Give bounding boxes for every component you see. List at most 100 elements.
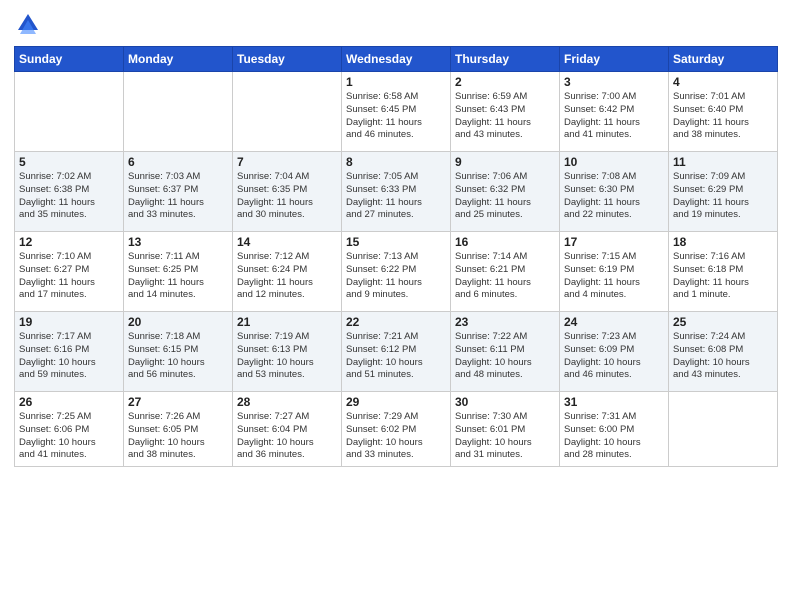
weekday-header-friday: Friday — [560, 47, 669, 72]
day-cell: 24 Sunrise: 7:23 AM Sunset: 6:09 PM Dayli… — [560, 312, 669, 392]
weekday-header-sunday: Sunday — [15, 47, 124, 72]
weekday-header-wednesday: Wednesday — [342, 47, 451, 72]
day-number: 14 — [237, 235, 337, 249]
day-cell: 10 Sunrise: 7:08 AM Sunset: 6:30 PM Dayli… — [560, 152, 669, 232]
day-number: 7 — [237, 155, 337, 169]
day-cell: 20 Sunrise: 7:18 AM Sunset: 6:15 PM Dayli… — [124, 312, 233, 392]
day-cell: 15Sunrise: 7:13 AM Sunset: 6:22 PM Dayli… — [342, 232, 451, 312]
day-cell: 30Sunrise: 7:30 AM Sunset: 6:01 PM Dayli… — [451, 392, 560, 467]
day-number: 17 — [564, 235, 664, 249]
day-cell: 19 Sunrise: 7:17 AM Sunset: 6:16 PM Dayli… — [15, 312, 124, 392]
day-info: Sunrise: 7:09 AM Sunset: 6:29 PM Dayligh… — [673, 171, 773, 222]
day-number: 4 — [673, 75, 773, 89]
day-cell: 17 Sunrise: 7:15 AM Sunset: 6:19 PM Dayli… — [560, 232, 669, 312]
day-number: 6 — [128, 155, 228, 169]
day-cell: 31 Sunrise: 7:31 AM Sunset: 6:00 PM Dayli… — [560, 392, 669, 467]
day-number: 31 — [564, 395, 664, 409]
weekday-header-row: SundayMondayTuesdayWednesdayThursdayFrid… — [15, 47, 778, 72]
day-info: Sunrise: 7:29 AM Sunset: 6:02 PM Dayligh… — [346, 411, 446, 462]
week-row-1: 1 Sunrise: 6:58 AM Sunset: 6:45 PM Daylig… — [15, 72, 778, 152]
day-info: Sunrise: 7:31 AM Sunset: 6:00 PM Dayligh… — [564, 411, 664, 462]
day-info: Sunrise: 7:15 AM Sunset: 6:19 PM Dayligh… — [564, 251, 664, 302]
day-number: 27 — [128, 395, 228, 409]
day-info: Sunrise: 7:24 AM Sunset: 6:08 PM Dayligh… — [673, 331, 773, 382]
day-cell: 1 Sunrise: 6:58 AM Sunset: 6:45 PM Daylig… — [342, 72, 451, 152]
day-cell: 13Sunrise: 7:11 AM Sunset: 6:25 PM Dayli… — [124, 232, 233, 312]
day-number: 20 — [128, 315, 228, 329]
day-cell: 12 Sunrise: 7:10 AM Sunset: 6:27 PM Dayli… — [15, 232, 124, 312]
day-info: Sunrise: 7:12 AM Sunset: 6:24 PM Dayligh… — [237, 251, 337, 302]
day-cell: 8Sunrise: 7:05 AM Sunset: 6:33 PM Daylig… — [342, 152, 451, 232]
day-number: 24 — [564, 315, 664, 329]
day-info: Sunrise: 6:58 AM Sunset: 6:45 PM Dayligh… — [346, 91, 446, 142]
day-info: Sunrise: 7:16 AM Sunset: 6:18 PM Dayligh… — [673, 251, 773, 302]
weekday-header-saturday: Saturday — [669, 47, 778, 72]
day-number: 26 — [19, 395, 119, 409]
logo-icon — [14, 10, 42, 38]
day-cell: 22 Sunrise: 7:21 AM Sunset: 6:12 PM Dayli… — [342, 312, 451, 392]
day-cell: 27 Sunrise: 7:26 AM Sunset: 6:05 PM Dayli… — [124, 392, 233, 467]
day-number: 22 — [346, 315, 446, 329]
day-info: Sunrise: 7:14 AM Sunset: 6:21 PM Dayligh… — [455, 251, 555, 302]
day-cell: 23 Sunrise: 7:22 AM Sunset: 6:11 PM Dayli… — [451, 312, 560, 392]
day-cell: 18 Sunrise: 7:16 AM Sunset: 6:18 PM Dayli… — [669, 232, 778, 312]
day-info: Sunrise: 7:26 AM Sunset: 6:05 PM Dayligh… — [128, 411, 228, 462]
day-cell: 16 Sunrise: 7:14 AM Sunset: 6:21 PM Dayli… — [451, 232, 560, 312]
day-cell: 3Sunrise: 7:00 AM Sunset: 6:42 PM Daylig… — [560, 72, 669, 152]
day-info: Sunrise: 7:02 AM Sunset: 6:38 PM Dayligh… — [19, 171, 119, 222]
day-info: Sunrise: 6:59 AM Sunset: 6:43 PM Dayligh… — [455, 91, 555, 142]
week-row-5: 26 Sunrise: 7:25 AM Sunset: 6:06 PM Dayli… — [15, 392, 778, 467]
day-number: 13 — [128, 235, 228, 249]
day-number: 21 — [237, 315, 337, 329]
day-info: Sunrise: 7:30 AM Sunset: 6:01 PM Dayligh… — [455, 411, 555, 462]
day-number: 12 — [19, 235, 119, 249]
day-number: 23 — [455, 315, 555, 329]
week-row-4: 19 Sunrise: 7:17 AM Sunset: 6:16 PM Dayli… — [15, 312, 778, 392]
day-number: 25 — [673, 315, 773, 329]
day-cell: 5 Sunrise: 7:02 AM Sunset: 6:38 PM Daylig… — [15, 152, 124, 232]
day-number: 1 — [346, 75, 446, 89]
day-cell: 2Sunrise: 6:59 AM Sunset: 6:43 PM Daylig… — [451, 72, 560, 152]
day-info: Sunrise: 7:05 AM Sunset: 6:33 PM Dayligh… — [346, 171, 446, 222]
day-number: 16 — [455, 235, 555, 249]
day-number: 9 — [455, 155, 555, 169]
day-info: Sunrise: 7:21 AM Sunset: 6:12 PM Dayligh… — [346, 331, 446, 382]
day-cell — [124, 72, 233, 152]
day-number: 5 — [19, 155, 119, 169]
day-info: Sunrise: 7:06 AM Sunset: 6:32 PM Dayligh… — [455, 171, 555, 222]
day-info: Sunrise: 7:22 AM Sunset: 6:11 PM Dayligh… — [455, 331, 555, 382]
day-number: 28 — [237, 395, 337, 409]
day-info: Sunrise: 7:25 AM Sunset: 6:06 PM Dayligh… — [19, 411, 119, 462]
day-cell: 28Sunrise: 7:27 AM Sunset: 6:04 PM Dayli… — [233, 392, 342, 467]
day-info: Sunrise: 7:10 AM Sunset: 6:27 PM Dayligh… — [19, 251, 119, 302]
day-info: Sunrise: 7:19 AM Sunset: 6:13 PM Dayligh… — [237, 331, 337, 382]
day-number: 18 — [673, 235, 773, 249]
logo — [14, 10, 46, 38]
weekday-header-tuesday: Tuesday — [233, 47, 342, 72]
day-info: Sunrise: 7:17 AM Sunset: 6:16 PM Dayligh… — [19, 331, 119, 382]
day-cell: 11 Sunrise: 7:09 AM Sunset: 6:29 PM Dayli… — [669, 152, 778, 232]
day-cell: 4 Sunrise: 7:01 AM Sunset: 6:40 PM Daylig… — [669, 72, 778, 152]
weekday-header-thursday: Thursday — [451, 47, 560, 72]
day-cell: 25 Sunrise: 7:24 AM Sunset: 6:08 PM Dayli… — [669, 312, 778, 392]
weekday-header-monday: Monday — [124, 47, 233, 72]
header — [14, 10, 778, 38]
day-cell: 29Sunrise: 7:29 AM Sunset: 6:02 PM Dayli… — [342, 392, 451, 467]
day-info: Sunrise: 7:00 AM Sunset: 6:42 PM Dayligh… — [564, 91, 664, 142]
day-number: 10 — [564, 155, 664, 169]
day-number: 19 — [19, 315, 119, 329]
day-number: 11 — [673, 155, 773, 169]
page: SundayMondayTuesdayWednesdayThursdayFrid… — [0, 0, 792, 612]
day-info: Sunrise: 7:18 AM Sunset: 6:15 PM Dayligh… — [128, 331, 228, 382]
week-row-3: 12 Sunrise: 7:10 AM Sunset: 6:27 PM Dayli… — [15, 232, 778, 312]
day-info: Sunrise: 7:23 AM Sunset: 6:09 PM Dayligh… — [564, 331, 664, 382]
day-info: Sunrise: 7:08 AM Sunset: 6:30 PM Dayligh… — [564, 171, 664, 222]
day-number: 15 — [346, 235, 446, 249]
day-cell — [233, 72, 342, 152]
day-cell — [669, 392, 778, 467]
day-info: Sunrise: 7:04 AM Sunset: 6:35 PM Dayligh… — [237, 171, 337, 222]
day-cell: 26 Sunrise: 7:25 AM Sunset: 6:06 PM Dayli… — [15, 392, 124, 467]
day-info: Sunrise: 7:01 AM Sunset: 6:40 PM Dayligh… — [673, 91, 773, 142]
calendar-table: SundayMondayTuesdayWednesdayThursdayFrid… — [14, 46, 778, 467]
day-cell: 14 Sunrise: 7:12 AM Sunset: 6:24 PM Dayli… — [233, 232, 342, 312]
